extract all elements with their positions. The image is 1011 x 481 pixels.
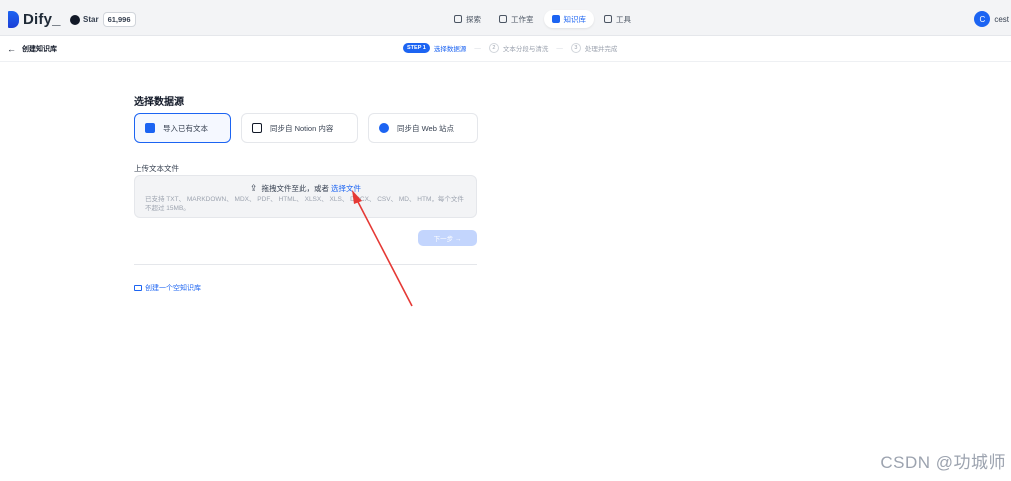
section-title: 选择数据源 bbox=[134, 97, 184, 108]
source-notion[interactable]: 同步自 Notion 内容 bbox=[241, 113, 358, 143]
source-notion-label: 同步自 Notion 内容 bbox=[270, 123, 334, 133]
data-source-options: 导入已有文本 同步自 Notion 内容 同步自 Web 站点 bbox=[134, 113, 478, 143]
source-web[interactable]: 同步自 Web 站点 bbox=[368, 113, 478, 143]
arrow-left-icon: ← bbox=[7, 44, 16, 54]
github-star-button[interactable]: Star 61,996 bbox=[70, 12, 136, 27]
avatar: C bbox=[974, 11, 991, 27]
upload-cloud-icon: ⇪ bbox=[249, 183, 258, 193]
nav-explore[interactable]: 探索 bbox=[446, 10, 489, 28]
watermark: CSDN @功城师 bbox=[880, 453, 1006, 472]
nav-explore-label: 探索 bbox=[466, 14, 481, 24]
create-empty-knowledge-link[interactable]: 创建一个空知识库 bbox=[134, 283, 201, 293]
book-icon bbox=[551, 15, 560, 23]
next-step-button[interactable]: 下一步 → bbox=[418, 230, 477, 246]
app-name: Dify_ bbox=[23, 10, 61, 28]
empty-kb-label: 创建一个空知识库 bbox=[145, 285, 201, 292]
top-navigation-bar: Dify_ Star 61,996 探索 工作室 知识库 工具 C cest bbox=[0, 0, 1011, 36]
select-file-link[interactable]: 选择文件 bbox=[331, 183, 361, 194]
step-indicator: STEP 1 选择数据源 — 2 文本分段与清洗 — 3 处理并完成 bbox=[403, 43, 617, 53]
source-import-text-label: 导入已有文本 bbox=[163, 123, 208, 133]
star-count: 61,996 bbox=[102, 12, 136, 27]
nav-studio-label: 工作室 bbox=[511, 14, 534, 24]
web-icon bbox=[379, 123, 389, 133]
nav-studio[interactable]: 工作室 bbox=[491, 10, 542, 28]
source-import-text[interactable]: 导入已有文本 bbox=[134, 113, 231, 143]
step2-label: 文本分段与清洗 bbox=[502, 46, 549, 53]
user-name: cest bbox=[994, 14, 1009, 24]
tools-icon bbox=[604, 15, 612, 23]
github-icon bbox=[70, 14, 80, 25]
step3-number: 3 bbox=[570, 43, 581, 53]
dify-logo[interactable]: Dify_ bbox=[8, 9, 61, 29]
source-web-label: 同步自 Web 站点 bbox=[397, 123, 454, 133]
nav-tools[interactable]: 工具 bbox=[596, 10, 639, 28]
dify-logo-icon bbox=[8, 10, 19, 28]
document-icon bbox=[145, 123, 155, 133]
step-separator: — bbox=[556, 44, 563, 52]
file-dropzone[interactable]: ⇪ 拖拽文件至此，或者 选择文件 已支持 TXT、 MARKDOWN、 MDX、… bbox=[134, 175, 477, 218]
upload-title: 上传文本文件 bbox=[134, 164, 179, 173]
dropzone-prompt: ⇪ 拖拽文件至此，或者 选择文件 bbox=[135, 183, 476, 194]
drop-text: 拖拽文件至此，或者 bbox=[261, 184, 330, 193]
step2-number: 2 bbox=[488, 43, 499, 53]
studio-icon bbox=[499, 15, 507, 23]
step1-badge: STEP 1 bbox=[403, 43, 430, 53]
star-label: Star bbox=[83, 15, 99, 24]
annotation-arrow bbox=[352, 190, 413, 307]
back-button[interactable]: ← 创建知识库 bbox=[7, 44, 57, 54]
nav-tools-label: 工具 bbox=[616, 14, 631, 24]
compass-icon bbox=[454, 15, 462, 23]
nav-knowledge[interactable]: 知识库 bbox=[543, 10, 594, 28]
main-nav: 探索 工作室 知识库 工具 bbox=[446, 10, 641, 28]
user-menu[interactable]: C cest bbox=[974, 11, 1009, 27]
back-label: 创建知识库 bbox=[22, 46, 57, 53]
nav-knowledge-label: 知识库 bbox=[563, 14, 587, 24]
folder-icon bbox=[134, 285, 142, 291]
supported-formats-hint: 已支持 TXT、 MARKDOWN、 MDX、 PDF、 HTML、 XLSX、… bbox=[145, 196, 464, 212]
step3-label: 处理并完成 bbox=[584, 46, 618, 53]
creation-header: ← 创建知识库 STEP 1 选择数据源 — 2 文本分段与清洗 — 3 处理并… bbox=[0, 36, 1011, 62]
divider bbox=[134, 264, 477, 265]
notion-icon bbox=[252, 123, 262, 133]
step1-label: 选择数据源 bbox=[433, 46, 467, 53]
step-separator: — bbox=[474, 44, 481, 52]
